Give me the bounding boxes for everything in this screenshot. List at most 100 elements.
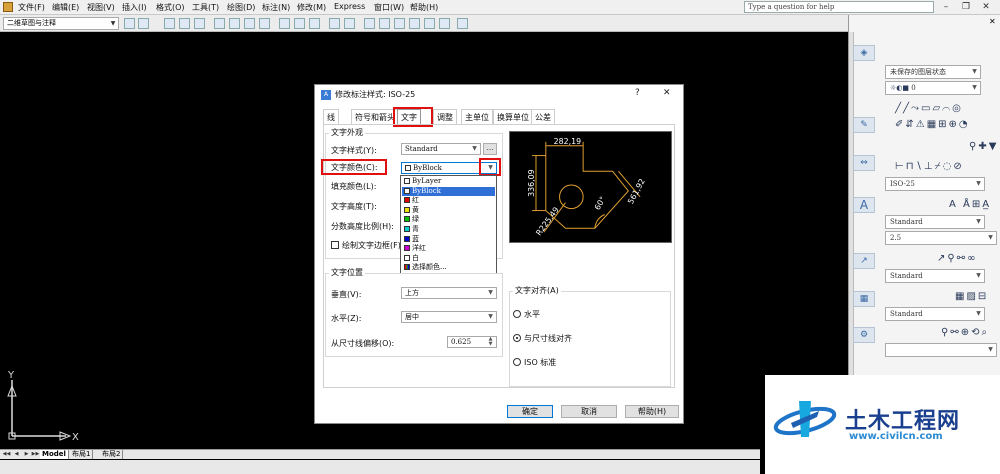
design-center-icon[interactable]	[409, 18, 420, 29]
align-iso-radio[interactable]	[513, 358, 521, 366]
paste-icon[interactable]	[309, 18, 320, 29]
tab-lines[interactable]: 线	[323, 109, 339, 124]
layer-select[interactable]: ☼◐■ 0 ▼	[885, 81, 981, 95]
tool-palettes-icon[interactable]	[424, 18, 435, 29]
color-option[interactable]: 白	[402, 254, 495, 263]
pan-icon[interactable]	[364, 18, 375, 29]
color-option[interactable]: 红	[402, 196, 495, 205]
table-tools-icon[interactable]: ▦▨⊟	[955, 291, 988, 302]
menu-draw[interactable]: 绘图(D)	[227, 2, 255, 13]
horizontal-select[interactable]: 居中 ▼	[401, 311, 497, 323]
mleader-style-select[interactable]: Standard ▼	[885, 269, 985, 283]
color-option[interactable]: 黄	[402, 206, 495, 215]
menu-express[interactable]: Express	[334, 2, 365, 11]
draw-tools-row1-icon[interactable]: ╱╱⤳▭▱⌒◎	[895, 103, 963, 114]
menu-window[interactable]: 窗口(W)	[374, 2, 404, 13]
properties-icon[interactable]	[394, 18, 405, 29]
tab-layout1[interactable]: 布局1	[70, 450, 94, 459]
app-icon[interactable]	[3, 2, 13, 12]
tab-model[interactable]: Model	[40, 450, 69, 459]
new-file-icon[interactable]	[164, 18, 175, 29]
menu-view[interactable]: 视图(V)	[87, 2, 115, 13]
workspace-settings-icon[interactable]	[124, 18, 135, 29]
menu-tools[interactable]: 工具(T)	[192, 2, 219, 13]
plot-icon[interactable]	[214, 18, 225, 29]
plot-preview-icon[interactable]	[229, 18, 240, 29]
tab-layout2[interactable]: 布局2	[100, 450, 124, 459]
color-option[interactable]: 选择颜色...	[402, 263, 495, 272]
color-option[interactable]: ByLayer	[402, 177, 495, 186]
workspace-lock-icon[interactable]	[138, 18, 149, 29]
tools-select[interactable]: ▼	[885, 343, 997, 357]
restore-icon[interactable]: ❐	[960, 1, 972, 13]
menu-file[interactable]: 文件(F)	[18, 2, 45, 13]
workspace-select[interactable]: 二维草图与注释 ▼	[3, 17, 119, 30]
zoom-icon[interactable]	[379, 18, 390, 29]
tab-symbols-arrows[interactable]: 符号和箭头	[351, 109, 399, 124]
calculator-icon[interactable]	[439, 18, 450, 29]
copy-icon[interactable]	[294, 18, 305, 29]
menu-insert[interactable]: 插入(I)	[122, 2, 147, 13]
tab-tolerances[interactable]: 公差	[531, 109, 555, 124]
draw-frame-checkbox[interactable]	[331, 241, 339, 249]
dialog-help-button[interactable]: ?	[635, 88, 640, 98]
color-option[interactable]: 青	[402, 225, 495, 234]
multileader-panel-icon[interactable]: ↗	[853, 253, 875, 269]
first-tab-icon[interactable]: ◀◀	[2, 450, 11, 459]
menu-help[interactable]: 帮助(H)	[410, 2, 438, 13]
last-tab-icon[interactable]: ▶▶	[31, 450, 40, 459]
redo-icon[interactable]	[344, 18, 355, 29]
spinner-arrows-icon[interactable]: ▲ ▼	[486, 337, 495, 347]
menu-edit[interactable]: 编辑(E)	[52, 2, 79, 13]
draw-panel-icon[interactable]: ✎	[853, 117, 875, 133]
text-panel-icon[interactable]: A	[853, 197, 875, 213]
layers-panel-icon[interactable]: ◈	[853, 45, 875, 61]
save-icon[interactable]	[194, 18, 205, 29]
publish-icon[interactable]	[244, 18, 255, 29]
ok-button[interactable]: 确定	[507, 405, 553, 418]
text-tools-icon[interactable]: A Å⊞A̲	[949, 199, 991, 210]
draw-tools-row2-icon[interactable]: ✐⇵⚠▦⊞⊕◔	[895, 119, 970, 130]
command-line[interactable]	[0, 460, 760, 474]
tab-alternate-units[interactable]: 换算单位	[493, 109, 533, 124]
palette-close-icon[interactable]: ✕	[989, 17, 996, 26]
text-style-browse-button[interactable]: ...	[483, 143, 497, 155]
dim-style-select[interactable]: ISO-25 ▼	[885, 177, 985, 191]
text-style-select[interactable]: Standard ▼	[401, 143, 481, 155]
undo-icon[interactable]	[329, 18, 340, 29]
menu-format[interactable]: 格式(O)	[156, 2, 185, 13]
tools-row-icon[interactable]: ⚲⚯⊕⟲⌕	[941, 327, 989, 338]
prev-tab-icon[interactable]: ◀	[12, 450, 21, 459]
help-button[interactable]: 帮助(H)	[625, 405, 679, 418]
table-style-select[interactable]: Standard ▼	[885, 307, 985, 321]
color-option[interactable]: 绿	[402, 215, 495, 224]
dialog-close-button[interactable]: ✕	[663, 88, 671, 98]
text-style-select[interactable]: Standard ▼	[885, 215, 985, 229]
tab-primary-units[interactable]: 主单位	[461, 109, 493, 124]
cut-icon[interactable]	[279, 18, 290, 29]
tab-fit[interactable]: 调整	[433, 109, 457, 124]
color-option[interactable]: 蓝	[402, 235, 495, 244]
close-icon[interactable]: ✕	[980, 1, 992, 13]
dim-tools-icon[interactable]: ⊢⊓∖⊥⌿◌⊘	[895, 161, 964, 172]
help-search-input[interactable]: Type a question for help	[744, 1, 934, 13]
dimension-panel-icon[interactable]: ⇔	[853, 155, 875, 171]
table-panel-icon[interactable]: ▦	[853, 291, 875, 307]
next-tab-icon[interactable]: ▶	[22, 450, 31, 459]
align-with-dim-radio[interactable]	[513, 334, 521, 342]
text-height-select[interactable]: 2.5 ▼	[885, 231, 997, 245]
dim-tools-top-icon[interactable]: ⚲✚▼	[969, 141, 998, 152]
layer-state-select[interactable]: 未保存的图层状态 ▼	[885, 65, 981, 79]
cancel-button[interactable]: 取消	[561, 405, 617, 418]
color-option[interactable]: ByBlock	[402, 186, 495, 196]
vertical-select[interactable]: 上方 ▼	[401, 287, 497, 299]
offset-spinner[interactable]: 0.625 ▲ ▼	[447, 336, 497, 348]
help-icon[interactable]	[457, 18, 468, 29]
align-horizontal-radio[interactable]	[513, 310, 521, 318]
3d-publish-icon[interactable]	[259, 18, 270, 29]
color-option[interactable]: 洋红	[402, 244, 495, 253]
menu-dimension[interactable]: 标注(N)	[262, 2, 290, 13]
open-file-icon[interactable]	[179, 18, 190, 29]
minimize-icon[interactable]: –	[940, 1, 952, 13]
menu-modify[interactable]: 修改(M)	[297, 2, 326, 13]
